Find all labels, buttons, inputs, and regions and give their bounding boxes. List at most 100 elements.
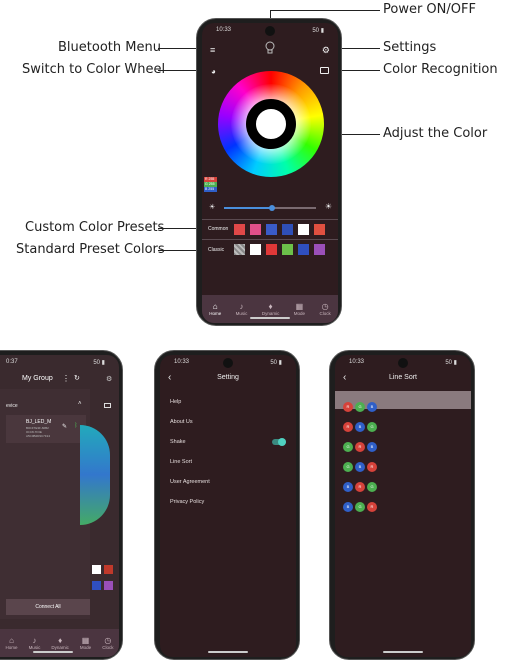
menu-item-line-sort[interactable]: Line Sort — [170, 459, 192, 465]
tab-mode[interactable]: ▦ Mode — [294, 302, 305, 316]
image-icon[interactable] — [104, 403, 111, 408]
channel-g-dot: G — [355, 502, 365, 512]
color-wheel-switch-icon[interactable]: ◕ — [211, 67, 216, 76]
line-sort-list: RGBRBGGRBGBRBRGBGR — [335, 391, 471, 512]
custom-preset-swatch-0[interactable] — [234, 224, 245, 235]
tab-dynamic[interactable]: ♦ Dynamic — [51, 636, 69, 650]
menu-item-help[interactable]: Help — [170, 399, 181, 405]
tab-music[interactable]: ♪ Music — [236, 302, 248, 316]
channel-r-dot: R — [343, 402, 353, 412]
home-icon: ⌂ — [212, 302, 218, 311]
settings-gear-icon[interactable]: ⚙ — [322, 45, 330, 56]
bluetooth-icon[interactable]: ᛒ — [74, 423, 78, 429]
standard-preset-swatch-3[interactable] — [298, 244, 309, 255]
brightness-slider-thumb[interactable] — [268, 205, 275, 211]
collapse-icon[interactable]: ˄ — [78, 401, 82, 407]
shake-toggle[interactable] — [272, 438, 286, 446]
brightness-slider-fill — [224, 207, 272, 209]
setting-title: Setting — [217, 374, 239, 381]
status-signal: 50 ▮ — [270, 360, 282, 366]
refresh-icon[interactable]: ↻ — [74, 374, 80, 382]
custom-preset-swatch-3[interactable] — [282, 224, 293, 235]
annotation-settings: Settings — [383, 40, 437, 55]
tab-label: Music — [28, 645, 41, 650]
annotation-line-switch-wheel — [158, 70, 200, 71]
edit-icon[interactable]: ✎ — [62, 423, 67, 430]
wheel-fragment — [80, 425, 110, 525]
line-sort-row[interactable]: RGB — [335, 391, 471, 412]
swatch-white[interactable] — [92, 565, 101, 574]
line-sort-row[interactable]: BRG — [335, 471, 471, 492]
brightness-slider[interactable] — [224, 205, 316, 211]
annotation-line-power — [270, 10, 380, 11]
device-row[interactable]: BJ_LED_M B0CF7E3F-60B2 0CC8-7F3E A5C0B2D… — [6, 415, 86, 443]
back-icon[interactable]: ‹ — [343, 369, 346, 387]
home-indicator — [208, 651, 248, 653]
shake-toggle-knob — [278, 438, 286, 446]
group-title: My Group — [22, 375, 53, 382]
menu-item-privacy-policy[interactable]: Privacy Policy — [170, 499, 204, 505]
channel-g-dot: G — [343, 462, 353, 472]
status-time: 10:33 — [349, 359, 365, 365]
annotation-standard-presets: Standard Preset Colors — [16, 242, 165, 257]
group-screen: 0:37 50 ▮ My Group ⋮ ↻ ⚙ evice ˄ BJ_LED_… — [0, 355, 119, 657]
connect-all-button[interactable]: Connect All — [6, 599, 90, 615]
tab-home[interactable]: ⌂ Home — [209, 302, 221, 316]
channel-b-dot: B — [343, 502, 353, 512]
common-label: Common — [208, 226, 229, 232]
setting-header: ‹ Setting — [160, 369, 296, 387]
setting-phone: 10:33 50 ▮ ‹ Setting Help About Us Shake… — [154, 350, 300, 660]
tab-home[interactable]: ⌂ Home — [6, 636, 18, 650]
custom-preset-swatch-5[interactable] — [314, 224, 325, 235]
tab-clock[interactable]: ◷ Clock — [102, 636, 113, 650]
bluetooth-menu-icon[interactable]: ≡ — [210, 45, 215, 55]
grid-icon: ▦ — [295, 302, 304, 311]
line-sort-row[interactable]: BGR — [335, 491, 471, 512]
line-sort-row[interactable]: GBR — [335, 451, 471, 472]
power-bulb-icon[interactable] — [264, 41, 276, 55]
linesort-screen: 10:33 50 ▮ ‹ Line Sort RGBRBGGRBGBRBRGBG… — [335, 355, 471, 657]
channel-r-dot: R — [355, 442, 365, 452]
status-signal: 50 ▮ — [93, 360, 105, 366]
annotation-line-custom-presets — [158, 228, 200, 229]
tab-music[interactable]: ♪ Music — [29, 636, 41, 650]
more-icon[interactable]: ⋮ — [62, 374, 70, 383]
line-sort-row[interactable]: RBG — [335, 411, 471, 432]
color-wheel[interactable] — [218, 71, 324, 177]
status-signal: 50 ▮ — [445, 360, 457, 366]
standard-preset-swatch-1[interactable] — [266, 244, 277, 255]
channel-g-dot: G — [367, 482, 377, 492]
color-wheel-selector-ring[interactable] — [246, 99, 296, 149]
random-color-swatch[interactable] — [234, 244, 245, 255]
channel-g-dot: G — [355, 402, 365, 412]
swatch-purple[interactable] — [104, 581, 113, 590]
main-screen: 10:33 50 ▮ ≡ ⚙ ◕ R 255 G 255 B 255 ☀ ☀ C… — [202, 23, 338, 323]
channel-b-dot: B — [367, 402, 377, 412]
camera-notch — [398, 358, 408, 368]
home-indicator — [383, 651, 423, 653]
dynamic-icon: ♦ — [58, 636, 63, 645]
annotation-line-standard-presets — [158, 250, 200, 251]
tab-clock[interactable]: ◷ Clock — [319, 302, 330, 316]
tab-dynamic[interactable]: ♦ Dynamic — [262, 302, 280, 316]
channel-b-dot: B — [355, 422, 365, 432]
swatch-blue[interactable] — [92, 581, 101, 590]
tab-label: Home — [5, 645, 18, 650]
custom-preset-swatch-2[interactable] — [266, 224, 277, 235]
channel-r-dot: R — [343, 422, 353, 432]
swatch-red[interactable] — [104, 565, 113, 574]
back-icon[interactable]: ‹ — [168, 369, 171, 387]
line-sort-row[interactable]: GRB — [335, 431, 471, 452]
color-recognition-icon[interactable] — [320, 67, 329, 74]
custom-preset-swatch-4[interactable] — [298, 224, 309, 235]
gear-icon[interactable]: ⚙ — [106, 375, 112, 383]
custom-preset-swatch-1[interactable] — [250, 224, 261, 235]
menu-item-shake[interactable]: Shake — [170, 439, 186, 445]
standard-preset-swatch-0[interactable] — [250, 244, 261, 255]
standard-preset-swatch-4[interactable] — [314, 244, 325, 255]
menu-item-about[interactable]: About Us — [170, 419, 193, 425]
tab-mode[interactable]: ▦ Mode — [80, 636, 91, 650]
tab-label: Clock — [102, 645, 114, 650]
standard-preset-swatch-2[interactable] — [282, 244, 293, 255]
menu-item-user-agreement[interactable]: User Agreement — [170, 479, 210, 485]
